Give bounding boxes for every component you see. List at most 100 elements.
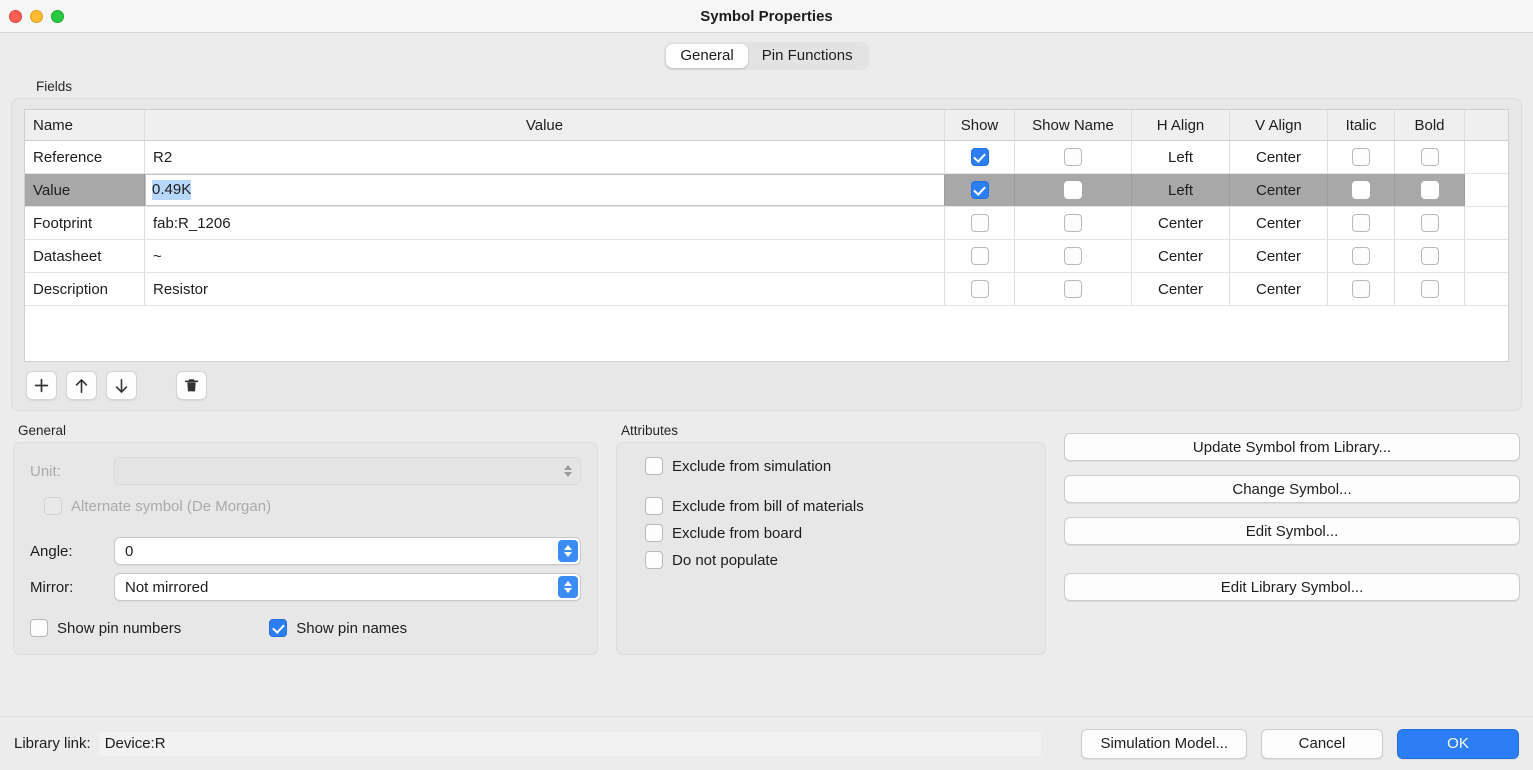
cell-field-value[interactable]: fab:R_1206 [145,207,945,239]
cell-bold[interactable] [1395,273,1465,305]
checkbox-show-name[interactable] [1064,247,1082,265]
column-header-show-name[interactable]: Show Name [1015,110,1132,140]
checkbox-exclude-from-simulation[interactable] [645,457,663,475]
mirror-stepper[interactable] [558,576,578,598]
cell-italic[interactable] [1328,207,1395,239]
value-edit-input[interactable]: 0.49K [152,180,192,200]
checkbox-italic[interactable] [1352,280,1370,298]
cell-field-name[interactable]: Value [25,174,145,206]
checkbox-show[interactable] [970,148,989,166]
tab-pin-functions[interactable]: Pin Functions [748,44,867,68]
checkbox-italic[interactable] [1352,214,1370,232]
chevron-up-icon[interactable] [564,581,572,586]
checkbox-show-pin-names[interactable] [269,619,288,637]
angle-stepper[interactable] [558,540,578,562]
checkbox-bold[interactable] [1420,214,1439,232]
checkbox-show-name[interactable] [1064,214,1082,232]
column-header-italic[interactable]: Italic [1328,110,1395,140]
cell-bold[interactable] [1395,240,1465,272]
checkbox-bold[interactable] [1420,280,1439,298]
tab-general[interactable]: General [666,43,748,68]
checkbox-show-name[interactable] [1064,280,1082,298]
cell-h-align[interactable]: Center [1132,240,1230,272]
do-not-populate-row[interactable]: Do not populate [645,551,1029,569]
cell-italic[interactable] [1328,141,1395,173]
cell-italic[interactable] [1328,240,1395,272]
cell-show[interactable] [945,273,1015,305]
exclude-from-simulation-row[interactable]: Exclude from simulation [645,457,1029,475]
cell-h-align[interactable]: Left [1132,174,1230,206]
table-row[interactable]: Description Resistor Center Center [25,273,1508,306]
column-header-h-align[interactable]: H Align [1132,110,1230,140]
cell-field-name[interactable]: Datasheet [25,240,145,272]
minimize-button[interactable] [30,9,43,23]
cell-field-name[interactable]: Footprint [25,207,145,239]
exclude-from-bom-row[interactable]: Exclude from bill of materials [645,497,1029,515]
checkbox-bold[interactable] [1420,181,1439,199]
update-symbol-from-library-button[interactable]: Update Symbol from Library... [1064,433,1520,461]
cell-v-align[interactable]: Center [1230,207,1328,239]
value-edit-cell[interactable]: 0.49K [145,174,945,206]
close-button[interactable] [9,9,22,23]
add-field-button[interactable] [26,371,57,400]
checkbox-exclude-from-bom[interactable] [645,497,663,515]
checkbox-show[interactable] [970,247,989,265]
cell-show[interactable] [945,141,1015,173]
cell-h-align[interactable]: Center [1132,207,1230,239]
table-row-selected[interactable]: Value 0.49K Left Center [25,174,1508,207]
checkbox-italic[interactable] [1352,181,1370,199]
mirror-dropdown[interactable]: Not mirrored [114,573,581,601]
zoom-button[interactable] [51,9,64,23]
cell-field-name[interactable]: Description [25,273,145,305]
cancel-button[interactable]: Cancel [1261,728,1383,759]
cell-italic[interactable] [1328,273,1395,305]
column-header-name[interactable]: Name [25,110,145,140]
checkbox-show-pin-numbers[interactable] [30,619,48,637]
edit-symbol-button[interactable]: Edit Symbol... [1064,517,1520,545]
column-header-bold[interactable]: Bold [1395,110,1465,140]
table-row[interactable]: Reference R2 Left Center [25,141,1508,174]
table-row[interactable]: Datasheet ~ Center Center [25,240,1508,273]
cell-bold[interactable] [1395,207,1465,239]
edit-library-symbol-button[interactable]: Edit Library Symbol... [1064,573,1520,601]
chevron-up-icon[interactable] [564,545,572,550]
show-pin-numbers-row[interactable]: Show pin numbers [30,619,181,637]
ok-button[interactable]: OK [1397,728,1519,759]
cell-show-name[interactable] [1015,207,1132,239]
cell-field-value[interactable]: R2 [145,141,945,173]
delete-field-button[interactable] [176,371,207,400]
cell-field-value[interactable]: Resistor [145,273,945,305]
checkbox-show[interactable] [970,214,989,232]
cell-v-align[interactable]: Center [1230,174,1328,206]
chevron-down-icon[interactable] [564,552,572,557]
checkbox-italic[interactable] [1352,247,1370,265]
cell-italic[interactable] [1328,174,1395,206]
checkbox-italic[interactable] [1352,148,1370,166]
cell-show[interactable] [945,207,1015,239]
cell-show-name[interactable] [1015,240,1132,272]
change-symbol-button[interactable]: Change Symbol... [1064,475,1520,503]
cell-show-name[interactable] [1015,141,1132,173]
checkbox-bold[interactable] [1420,148,1439,166]
checkbox-show-name[interactable] [1064,181,1082,199]
checkbox-exclude-from-board[interactable] [645,524,663,542]
column-header-value[interactable]: Value [145,110,945,140]
cell-field-name[interactable]: Reference [25,141,145,173]
cell-h-align[interactable]: Left [1132,141,1230,173]
cell-h-align[interactable]: Center [1132,273,1230,305]
simulation-model-button[interactable]: Simulation Model... [1081,728,1247,759]
cell-show-name[interactable] [1015,174,1132,206]
angle-input[interactable]: 0 [114,537,581,565]
cell-field-value[interactable]: ~ [145,240,945,272]
move-field-up-button[interactable] [66,371,97,400]
cell-v-align[interactable]: Center [1230,141,1328,173]
checkbox-bold[interactable] [1420,247,1439,265]
checkbox-show[interactable] [970,181,989,199]
cell-show[interactable] [945,240,1015,272]
chevron-down-icon[interactable] [564,588,572,593]
table-row[interactable]: Footprint fab:R_1206 Center Center [25,207,1508,240]
checkbox-do-not-populate[interactable] [645,551,663,569]
cell-show[interactable] [945,174,1015,206]
cell-v-align[interactable]: Center [1230,240,1328,272]
checkbox-show-name[interactable] [1064,148,1082,166]
